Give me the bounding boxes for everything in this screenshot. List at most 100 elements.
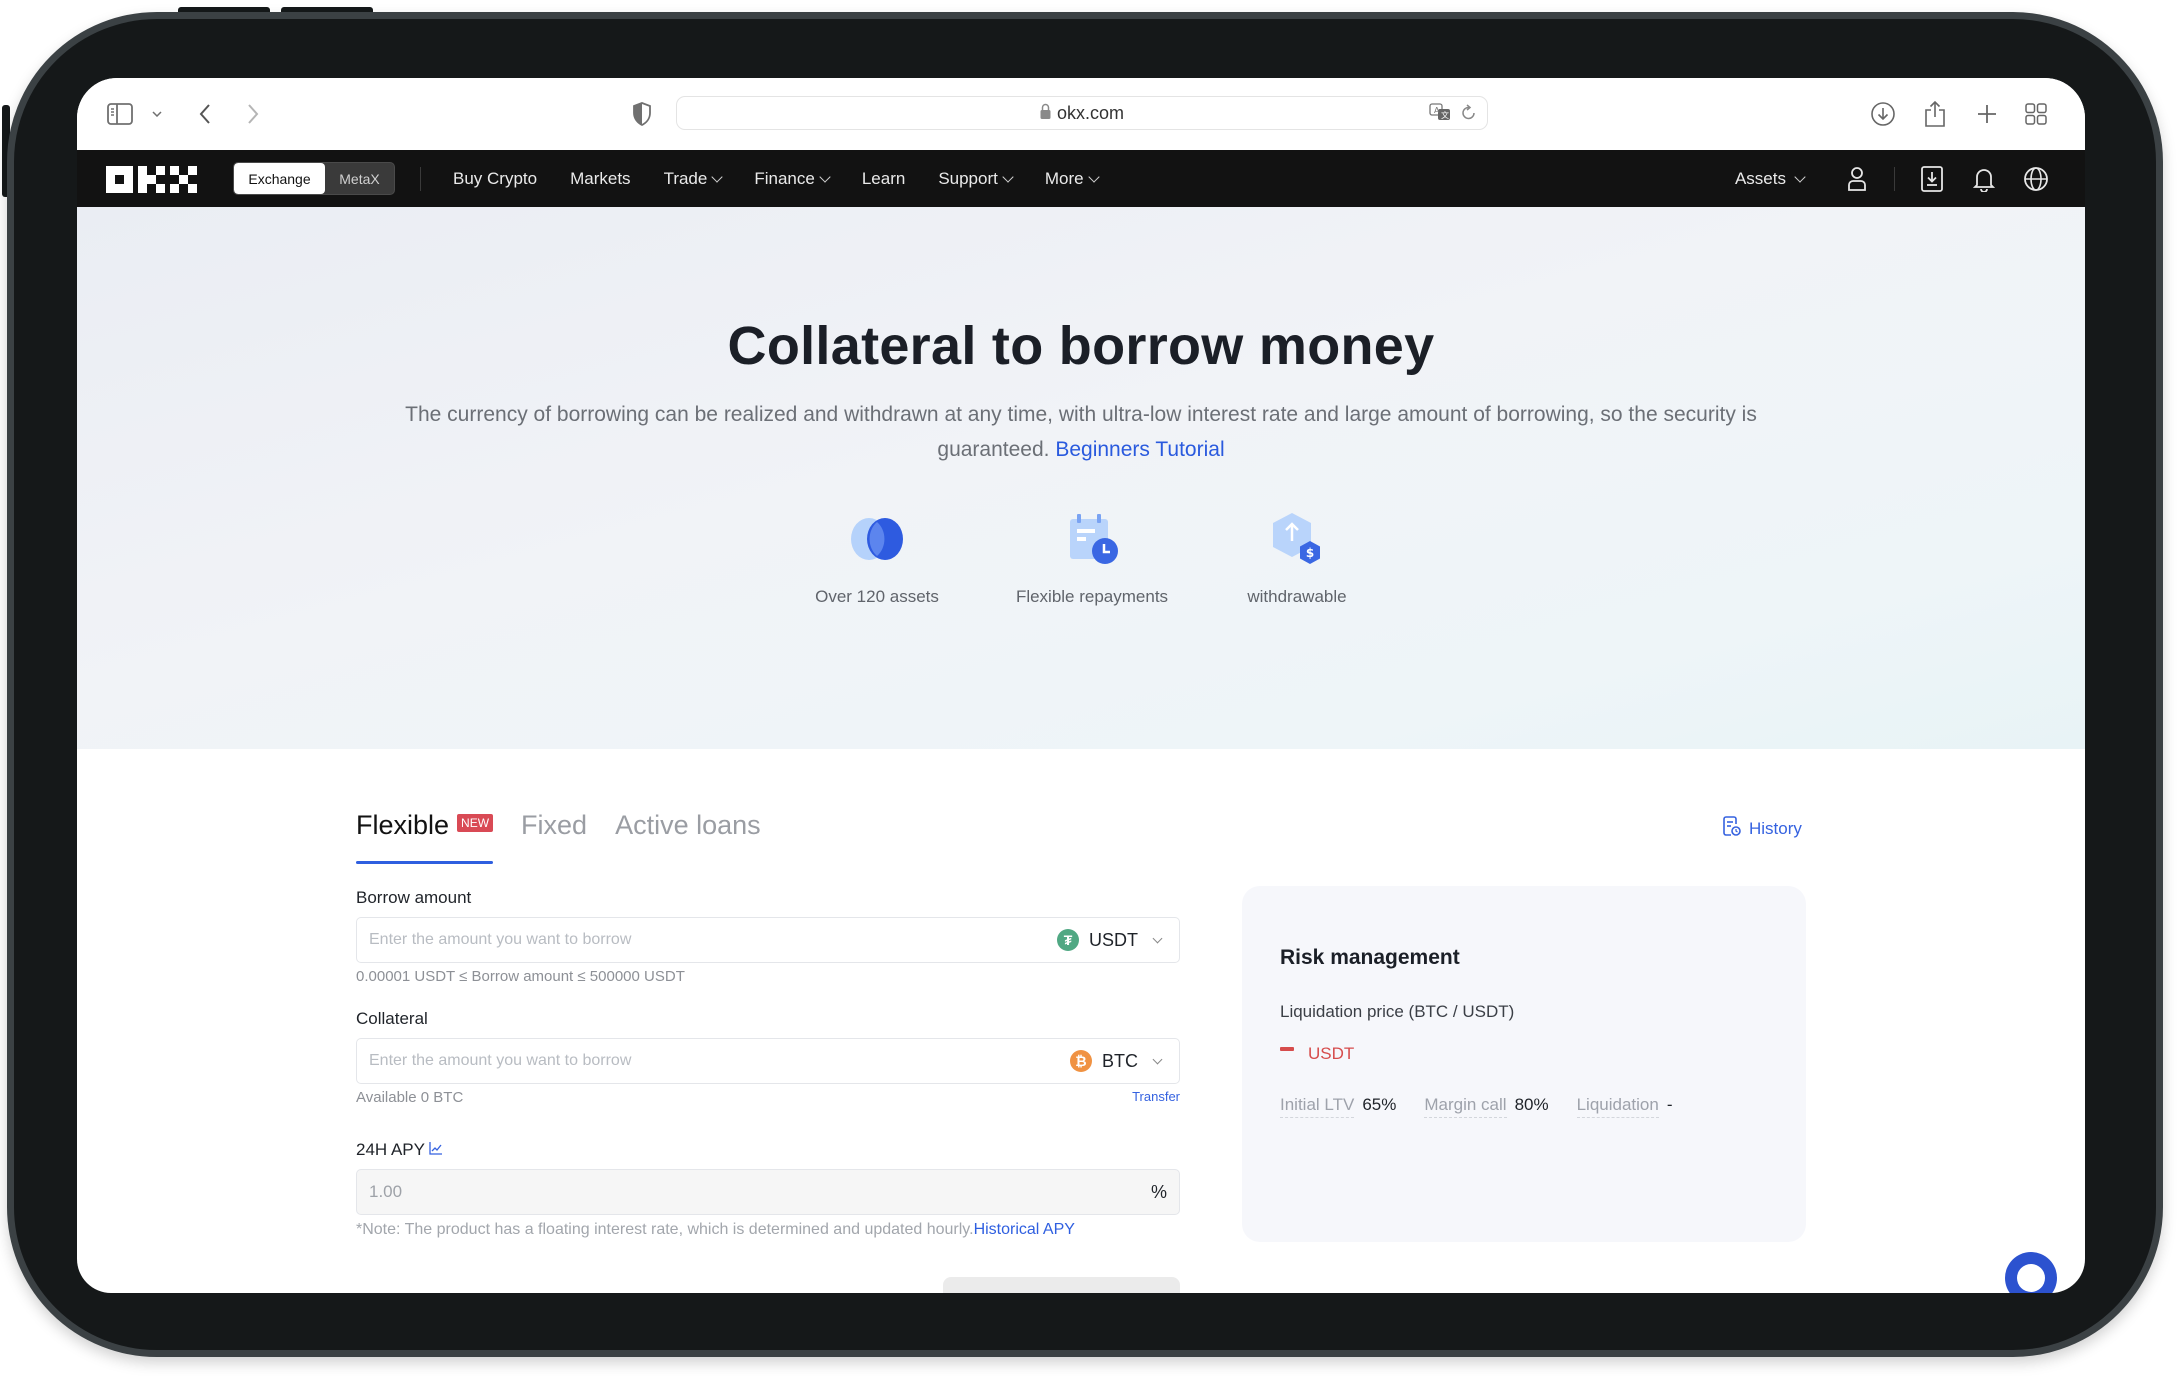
download-icon[interactable] bbox=[1869, 100, 1897, 128]
borrow-amount-input[interactable]: Enter the amount you want to borrow bbox=[369, 931, 1057, 949]
chevron-down-icon bbox=[1152, 933, 1163, 943]
nav-item-learn[interactable]: Learn bbox=[862, 169, 905, 189]
nav-menu: Buy Crypto Markets Trade Finance Learn S… bbox=[453, 150, 1100, 207]
collateral-field[interactable]: Enter the amount you want to borrow ₿ BT… bbox=[356, 1038, 1180, 1084]
chevron-down-icon bbox=[819, 170, 831, 183]
borrow-button[interactable] bbox=[943, 1277, 1180, 1293]
currency-label: BTC bbox=[1102, 1050, 1138, 1071]
exchange-toggle[interactable]: Exchange bbox=[234, 163, 325, 194]
url-text: okx.com bbox=[1056, 102, 1125, 123]
chat-bubble-icon bbox=[2017, 1264, 2045, 1292]
hero-subtitle: The currency of borrowing can be realize… bbox=[357, 397, 1805, 467]
new-tab-icon[interactable] bbox=[1974, 100, 2000, 128]
collateral-input[interactable]: Enter the amount you want to borrow bbox=[369, 1052, 1070, 1070]
platform-switch: Exchange MetaX bbox=[233, 162, 395, 195]
new-badge: NEW bbox=[457, 813, 494, 832]
site-nav: Exchange MetaX Buy Crypto Markets Trade … bbox=[77, 150, 2085, 207]
assets-label: Assets bbox=[1734, 168, 1786, 188]
available-balance: Available 0 BTC bbox=[356, 1089, 464, 1106]
nav-item-support[interactable]: Support bbox=[938, 169, 1014, 189]
apy-unit: % bbox=[1150, 1181, 1167, 1202]
beginners-tutorial-link[interactable]: Beginners Tutorial bbox=[1055, 438, 1224, 461]
withdraw-icon: $ bbox=[1197, 509, 1397, 569]
svg-text:$: $ bbox=[1306, 546, 1314, 560]
nav-label: Markets bbox=[570, 168, 631, 188]
risk-title: Risk management bbox=[1280, 946, 1460, 969]
globe-icon[interactable] bbox=[2021, 164, 2051, 194]
tab-active-loans[interactable]: Active loans bbox=[615, 810, 761, 855]
history-link[interactable]: History bbox=[1723, 816, 1802, 841]
nav-divider bbox=[420, 167, 421, 191]
support-chat-button[interactable] bbox=[2005, 1252, 2057, 1293]
nav-item-trade[interactable]: Trade bbox=[663, 168, 724, 189]
nav-label: More bbox=[1044, 168, 1084, 188]
user-icon[interactable] bbox=[1842, 164, 1872, 194]
btc-icon: ₿ bbox=[1070, 1050, 1092, 1072]
nav-label: Finance bbox=[754, 168, 815, 188]
usdt-icon: ₮ bbox=[1057, 929, 1079, 951]
feature-label: Flexible repayments bbox=[1015, 587, 1169, 606]
back-icon[interactable] bbox=[195, 100, 215, 128]
bell-icon[interactable] bbox=[1969, 164, 1999, 194]
apy-label: 24H APY bbox=[356, 1140, 1180, 1160]
collateral-hint: Available 0 BTC Transfer bbox=[356, 1089, 1180, 1106]
apy-label-text: 24H APY bbox=[356, 1140, 425, 1159]
reload-icon[interactable] bbox=[1461, 104, 1477, 127]
metric-label[interactable]: Margin call bbox=[1424, 1095, 1507, 1118]
share-icon[interactable] bbox=[1921, 100, 1949, 128]
tab-overview-icon[interactable] bbox=[2023, 100, 2049, 128]
hint-text: 0.00001 USDT ≤ Borrow amount ≤ 500000 US… bbox=[356, 968, 685, 985]
sidebar-icon[interactable] bbox=[105, 100, 135, 128]
transfer-link[interactable]: Transfer bbox=[1132, 1089, 1180, 1106]
nav-item-finance[interactable]: Finance bbox=[754, 168, 831, 189]
tab-label: Fixed bbox=[521, 810, 588, 840]
okx-logo[interactable] bbox=[106, 166, 202, 198]
risk-management-card: Risk management Liquidation price (BTC /… bbox=[1242, 886, 1806, 1242]
chart-icon[interactable] bbox=[429, 1140, 443, 1160]
metric-value: 80% bbox=[1514, 1095, 1549, 1114]
nav-divider bbox=[1894, 166, 1895, 191]
nav-label: Learn bbox=[861, 168, 906, 188]
nav-item-markets[interactable]: Markets bbox=[570, 169, 630, 189]
chevron-down-icon bbox=[1152, 1054, 1163, 1064]
nav-right: Assets bbox=[1735, 150, 2051, 207]
hero-section: Collateral to borrow money The currency … bbox=[77, 207, 2085, 749]
chevron-down-icon bbox=[1087, 170, 1100, 183]
chevron-down-icon bbox=[1002, 170, 1014, 183]
feature-label: Over 120 assets bbox=[815, 587, 939, 606]
shield-icon[interactable] bbox=[630, 100, 654, 128]
history-label: History bbox=[1749, 818, 1802, 838]
chevron-down-icon[interactable] bbox=[149, 100, 165, 128]
nav-item-buy-crypto[interactable]: Buy Crypto bbox=[453, 169, 537, 189]
assets-menu[interactable]: Assets bbox=[1734, 168, 1806, 189]
historical-apy-link[interactable]: Historical APY bbox=[974, 1221, 1075, 1238]
collateral-currency-select[interactable]: ₿ BTC bbox=[1070, 1050, 1167, 1072]
forward-icon[interactable] bbox=[243, 100, 263, 128]
borrow-amount-field[interactable]: Enter the amount you want to borrow ₮ US… bbox=[356, 917, 1180, 963]
metric-value: - bbox=[1666, 1095, 1673, 1114]
address-bar[interactable]: okx.com A文 bbox=[676, 96, 1488, 130]
tab-fixed[interactable]: Fixed bbox=[521, 810, 587, 855]
borrow-amount-label: Borrow amount bbox=[356, 888, 472, 907]
collateral-label: Collateral bbox=[356, 1009, 428, 1028]
tab-label: Flexible bbox=[356, 810, 450, 840]
metric-value: 65% bbox=[1362, 1095, 1397, 1114]
nav-label: Buy Crypto bbox=[453, 168, 538, 188]
metric-initial-ltv: Initial LTV 65% bbox=[1280, 1095, 1396, 1118]
chevron-down-icon bbox=[1794, 170, 1806, 183]
download-app-icon[interactable] bbox=[1917, 164, 1947, 194]
chevron-down-icon bbox=[711, 170, 724, 183]
nav-label: Trade bbox=[663, 168, 708, 188]
borrow-currency-select[interactable]: ₮ USDT bbox=[1057, 929, 1167, 951]
tab-flexible[interactable]: Flexible NEW bbox=[356, 810, 494, 864]
risk-metrics: Initial LTV 65% Margin call 80% Liquidatio… bbox=[1280, 1095, 1673, 1118]
page-title: Collateral to borrow money bbox=[727, 316, 1435, 376]
nav-item-more[interactable]: More bbox=[1044, 168, 1100, 189]
translate-icon[interactable]: A文 bbox=[1429, 103, 1453, 128]
borrow-range-hint: 0.00001 USDT ≤ Borrow amount ≤ 500000 US… bbox=[356, 968, 1180, 985]
note-text: *Note: The product has a floating intere… bbox=[356, 1221, 974, 1238]
metax-toggle[interactable]: MetaX bbox=[325, 163, 394, 194]
feature-item: Over 120 assets bbox=[777, 509, 977, 607]
metric-label[interactable]: Initial LTV bbox=[1280, 1095, 1355, 1118]
metric-label[interactable]: Liquidation bbox=[1576, 1095, 1659, 1118]
